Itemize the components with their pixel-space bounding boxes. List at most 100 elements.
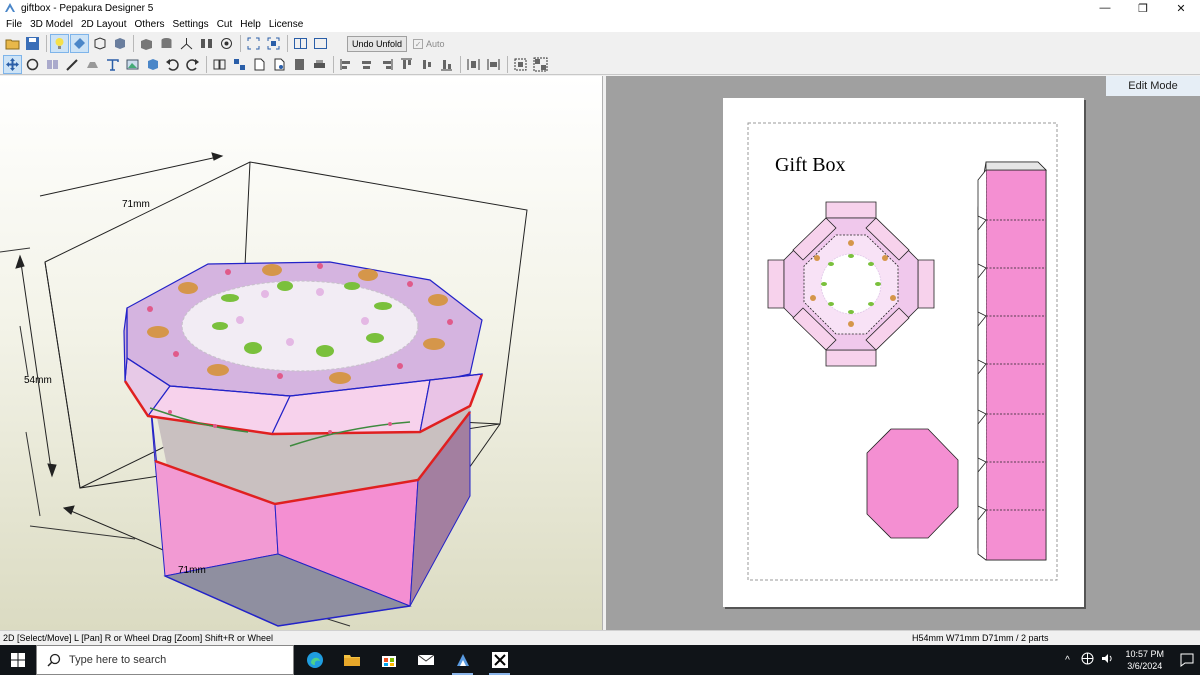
- arrange-button[interactable]: [230, 55, 249, 74]
- select-move-tool[interactable]: [3, 54, 22, 74]
- clock-date: 3/6/2024: [1127, 661, 1163, 671]
- menu-cut[interactable]: Cut: [213, 19, 237, 30]
- system-tray: ^ 10:57 PM 3/6/2024: [1057, 645, 1200, 675]
- single-pane-icon: [314, 38, 327, 49]
- title-bar: giftbox - Pepakura Designer 5 — ❐ ✕: [0, 0, 1200, 16]
- auto-checkbox[interactable]: ✓ Auto: [413, 38, 445, 49]
- flap-tool[interactable]: [83, 55, 102, 74]
- face-button[interactable]: [110, 34, 129, 53]
- fit-3d-button[interactable]: [244, 34, 263, 53]
- align-bottom-icon: [441, 59, 452, 70]
- redo-button[interactable]: [183, 55, 202, 74]
- start-button[interactable]: [0, 645, 36, 675]
- taskbar-search-box[interactable]: Type here to search: [36, 645, 294, 675]
- box-view-button[interactable]: [137, 34, 156, 53]
- volume-speaker-icon[interactable]: [1099, 652, 1115, 668]
- maximize-button[interactable]: ❐: [1124, 0, 1162, 16]
- 2d-view-pane[interactable]: Edit Mode Gift Box: [606, 76, 1200, 630]
- lighting-button[interactable]: [50, 34, 69, 53]
- text-t-icon: [107, 58, 119, 71]
- taskbar-file-explorer[interactable]: [333, 645, 370, 675]
- menu-bar: File 3D Model 2D Layout Others Settings …: [0, 16, 1200, 32]
- printer-icon: [314, 59, 325, 68]
- move-arrows-icon: [6, 57, 19, 71]
- network-globe-icon[interactable]: [1079, 652, 1095, 668]
- fold-line-tool[interactable]: [63, 55, 82, 74]
- sheet-title: Gift Box: [775, 154, 846, 176]
- axes-button[interactable]: [177, 34, 196, 53]
- taskbar-mail[interactable]: [407, 645, 444, 675]
- fit-2d-button[interactable]: [264, 34, 283, 53]
- undo-icon: [166, 58, 179, 71]
- align-left-button[interactable]: [337, 55, 356, 74]
- rotate-tool[interactable]: [23, 55, 42, 74]
- clock-time: 10:57 PM: [1125, 649, 1164, 659]
- align-top-button[interactable]: [397, 55, 416, 74]
- unfold-icon: [213, 59, 226, 69]
- distribute-h-button[interactable]: [464, 55, 483, 74]
- close-button[interactable]: ✕: [1162, 0, 1200, 16]
- edge-button[interactable]: [90, 34, 109, 53]
- taskbar-store[interactable]: [370, 645, 407, 675]
- pepakura-taskbar-icon: [456, 654, 469, 666]
- taskbar-edge[interactable]: [296, 645, 333, 675]
- unfold-button[interactable]: [210, 55, 229, 74]
- align-middle-button[interactable]: [417, 55, 436, 74]
- single-view-button[interactable]: [311, 34, 330, 53]
- ungroup-button[interactable]: [531, 55, 550, 74]
- open-file-button[interactable]: [3, 34, 22, 53]
- notification-center-button[interactable]: [1174, 653, 1200, 667]
- align-right-button[interactable]: [377, 55, 396, 74]
- menu-3d-model[interactable]: 3D Model: [26, 19, 77, 30]
- taskbar-pepakura[interactable]: [444, 645, 481, 675]
- orbit-button[interactable]: [217, 34, 236, 53]
- edit-mode-button[interactable]: Edit Mode: [1106, 76, 1200, 96]
- auto-check-mark: ✓: [413, 38, 424, 49]
- join-edges-icon: [47, 59, 58, 69]
- 3d-view-pane[interactable]: 71mm 54mm 71mm: [0, 76, 603, 630]
- page-gear-icon: [274, 58, 285, 70]
- undo-button[interactable]: [163, 55, 182, 74]
- taskbar-clock[interactable]: 10:57 PM 3/6/2024: [1125, 648, 1164, 672]
- undo-unfold-button[interactable]: Undo Unfold: [347, 35, 408, 52]
- menu-license[interactable]: License: [265, 19, 307, 30]
- edge-browser-icon: [306, 652, 323, 668]
- menu-2d-layout[interactable]: 2D Layout: [77, 19, 131, 30]
- flap-icon: [87, 61, 98, 68]
- split-view-button[interactable]: [197, 34, 216, 53]
- cube-tool[interactable]: [143, 55, 162, 74]
- distribute-v-icon: [487, 58, 500, 70]
- rotate-part-icon: [26, 58, 39, 70]
- status-bar: 2D [Select/Move] L [Pan] R or Wheel Drag…: [0, 630, 1200, 645]
- align-top-icon: [401, 58, 412, 69]
- align-center-button[interactable]: [357, 55, 376, 74]
- pen-line-icon: [66, 58, 78, 71]
- taskbar-x-app[interactable]: [481, 645, 518, 675]
- menu-help[interactable]: Help: [236, 19, 265, 30]
- menu-settings[interactable]: Settings: [169, 19, 213, 30]
- tray-overflow-chevron-icon[interactable]: ^: [1059, 655, 1075, 666]
- menu-others[interactable]: Others: [131, 19, 169, 30]
- print-button[interactable]: [310, 55, 329, 74]
- distribute-v-button[interactable]: [484, 55, 503, 74]
- texture-button[interactable]: [70, 34, 89, 53]
- text-tool[interactable]: [103, 55, 122, 74]
- notification-speech-icon: [1180, 653, 1194, 667]
- save-button[interactable]: [23, 34, 42, 53]
- 3d-model-canvas[interactable]: [0, 76, 603, 630]
- window-title: giftbox - Pepakura Designer 5: [21, 2, 154, 14]
- group-button[interactable]: [511, 55, 530, 74]
- join-tool[interactable]: [43, 55, 62, 74]
- cylinder-button[interactable]: [157, 34, 176, 53]
- file-explorer-icon: [343, 655, 360, 666]
- align-bottom-button[interactable]: [437, 55, 456, 74]
- menu-file[interactable]: File: [2, 19, 26, 30]
- paper-icon: [295, 58, 304, 70]
- image-tool[interactable]: [123, 55, 142, 74]
- dual-view-button[interactable]: [291, 34, 310, 53]
- edit-toolbar: [0, 54, 1200, 75]
- page-button[interactable]: [250, 55, 269, 74]
- page-setup-button[interactable]: [270, 55, 289, 74]
- paper-button[interactable]: [290, 55, 309, 74]
- minimize-button[interactable]: —: [1086, 0, 1124, 16]
